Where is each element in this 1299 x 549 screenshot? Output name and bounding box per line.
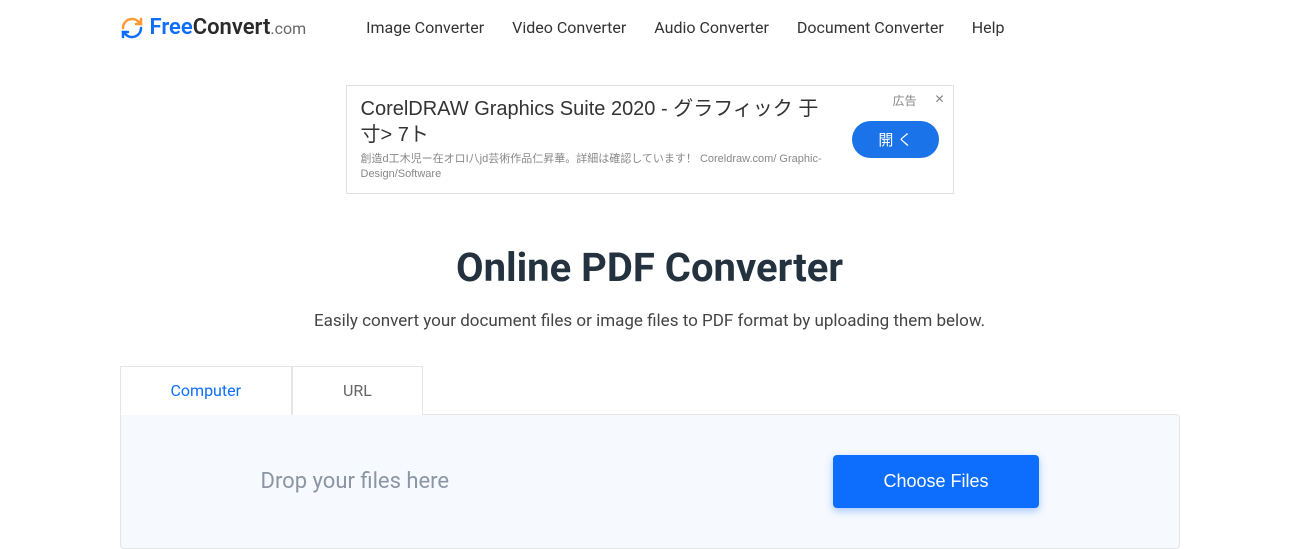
nav-image-converter[interactable]: Image Converter xyxy=(366,18,484,37)
ad-banner[interactable]: 広告 ✕ CorelDRAW Graphics Suite 2020 - グラフ… xyxy=(346,85,954,194)
ad-open-button[interactable]: 開 く xyxy=(852,121,938,158)
source-tabs: Computer URL xyxy=(120,366,1180,415)
nav-audio-converter[interactable]: Audio Converter xyxy=(654,18,769,37)
nav-help[interactable]: Help xyxy=(972,18,1005,37)
logo-text: FreeConvert.com xyxy=(150,15,307,40)
logo[interactable]: FreeConvert.com xyxy=(120,15,307,40)
ad-title: CorelDRAW Graphics Suite 2020 - グラフィック 于… xyxy=(361,96,833,148)
nav-video-converter[interactable]: Video Converter xyxy=(512,18,626,37)
header: FreeConvert.com Image Converter Video Co… xyxy=(120,0,1180,55)
close-icon[interactable]: ✕ xyxy=(934,92,944,106)
choose-files-button[interactable]: Choose Files xyxy=(833,455,1038,508)
ad-label: 広告 xyxy=(892,92,916,109)
tab-computer[interactable]: Computer xyxy=(120,366,293,415)
nav-document-converter[interactable]: Document Converter xyxy=(797,18,944,37)
nav: Image Converter Video Converter Audio Co… xyxy=(366,18,1004,37)
refresh-icon xyxy=(120,16,144,40)
file-dropzone[interactable]: Drop your files here Choose Files xyxy=(120,414,1180,549)
page-title: Online PDF Converter xyxy=(120,244,1180,291)
tab-url[interactable]: URL xyxy=(292,366,423,415)
page-subtitle: Easily convert your document files or im… xyxy=(120,311,1180,331)
ad-description: 創造d工木児ー在オロI八jd芸術作品仁昇華。詳細は確認しています！ Coreld… xyxy=(361,152,833,183)
dropzone-label: Drop your files here xyxy=(261,469,450,494)
